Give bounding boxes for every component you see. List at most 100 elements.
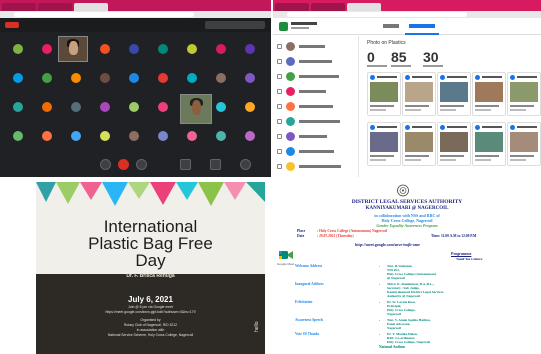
- student-checkbox[interactable]: [277, 89, 282, 94]
- submission-card[interactable]: [507, 72, 541, 116]
- participant-avatar[interactable]: [100, 102, 110, 112]
- student-checkbox[interactable]: [277, 149, 282, 154]
- participant-avatar[interactable]: [158, 44, 168, 54]
- participant-avatar[interactable]: [42, 73, 52, 83]
- participant-avatar[interactable]: [187, 73, 197, 83]
- participant-avatar[interactable]: [216, 44, 226, 54]
- browser-tab-active[interactable]: [347, 3, 381, 11]
- participant-avatar[interactable]: [187, 131, 197, 141]
- student-row[interactable]: [277, 115, 357, 129]
- submission-card[interactable]: [437, 122, 471, 166]
- participant-avatar[interactable]: [216, 131, 226, 141]
- student-checkbox[interactable]: [277, 74, 282, 79]
- participant-avatar[interactable]: [129, 44, 139, 54]
- submission-thumbnail[interactable]: [370, 132, 398, 152]
- browser-tab[interactable]: [2, 3, 36, 11]
- camera-icon[interactable]: [136, 159, 147, 170]
- participant-avatar[interactable]: [71, 131, 81, 141]
- notice-meet-link[interactable]: http://meet.google.com/mve-imjh-ome: [355, 242, 420, 247]
- participant-avatar[interactable]: [13, 73, 23, 83]
- student-checkbox[interactable]: [277, 164, 282, 169]
- participant-avatar[interactable]: [71, 73, 81, 83]
- participant-avatar[interactable]: [42, 44, 52, 54]
- browser-tab[interactable]: [311, 3, 345, 11]
- submission-thumbnail[interactable]: [475, 132, 503, 152]
- event-poster: International Plastic Bag Free Day Dr. F…: [36, 182, 265, 354]
- submission-thumbnail[interactable]: [510, 132, 538, 152]
- participant-avatar[interactable]: [13, 44, 23, 54]
- participant-avatar[interactable]: [100, 131, 110, 141]
- participant-avatar[interactable]: [245, 44, 255, 54]
- submission-thumbnail[interactable]: [440, 82, 468, 102]
- student-checkbox[interactable]: [277, 104, 282, 109]
- participant-avatar[interactable]: [129, 102, 139, 112]
- submission-card[interactable]: [507, 122, 541, 166]
- student-checkbox[interactable]: [277, 134, 282, 139]
- poster-org-1: Rotary Club of Nagercoil, RID 3212: [123, 323, 178, 327]
- participant-avatar[interactable]: [187, 44, 197, 54]
- classroom-logo-icon: [279, 22, 288, 31]
- student-row[interactable]: [277, 55, 357, 69]
- submission-thumbnail[interactable]: [510, 82, 538, 102]
- browser-tab[interactable]: [275, 3, 309, 11]
- student-row[interactable]: [277, 130, 357, 144]
- participant-avatar[interactable]: [158, 73, 168, 83]
- participant-avatar[interactable]: [42, 131, 52, 141]
- participant-avatar[interactable]: [129, 73, 139, 83]
- participant-chip[interactable]: [205, 21, 265, 29]
- participant-avatar[interactable]: [13, 131, 23, 141]
- submission-card[interactable]: [367, 122, 401, 166]
- hang-up-icon[interactable]: [118, 159, 129, 170]
- browser-tab[interactable]: [38, 3, 72, 11]
- participant-video-tile[interactable]: [180, 94, 212, 124]
- submission-card[interactable]: [402, 72, 436, 116]
- submission-thumbnail[interactable]: [370, 82, 398, 102]
- poster-title-line: Plastic Bag Free: [88, 234, 213, 253]
- submission-thumbnail[interactable]: [405, 132, 433, 152]
- submission-thumbnail[interactable]: [405, 82, 433, 102]
- submission-card[interactable]: [472, 122, 506, 166]
- participant-avatar[interactable]: [158, 131, 168, 141]
- poster-meet-link[interactable]: https://meet.google.com/kwm-pjpf-bdb?aut…: [36, 310, 265, 314]
- present-icon[interactable]: [210, 159, 221, 170]
- participant-avatar[interactable]: [100, 73, 110, 83]
- student-row[interactable]: [277, 70, 357, 84]
- student-row[interactable]: [277, 160, 357, 174]
- participant-avatar[interactable]: [245, 73, 255, 83]
- tab-student-work[interactable]: [409, 24, 435, 28]
- submission-card[interactable]: [402, 122, 436, 166]
- submission-thumbnail[interactable]: [475, 82, 503, 102]
- tab-instructions[interactable]: [383, 24, 399, 28]
- url-field[interactable]: [287, 12, 467, 17]
- participant-avatar[interactable]: [42, 102, 52, 112]
- student-checkbox[interactable]: [277, 44, 282, 49]
- more-options-icon[interactable]: [240, 159, 251, 170]
- student-row[interactable]: [277, 100, 357, 114]
- captions-icon[interactable]: [180, 159, 191, 170]
- browser-tab-active[interactable]: [74, 3, 108, 11]
- submission-status: [370, 109, 386, 111]
- participant-avatar[interactable]: [216, 102, 226, 112]
- programme-subtitle: Tamil Tea Culture: [456, 257, 483, 261]
- participant-video-tile[interactable]: [58, 36, 88, 62]
- participant-avatar[interactable]: [245, 131, 255, 141]
- student-row[interactable]: [277, 40, 357, 54]
- participant-avatar[interactable]: [13, 102, 23, 112]
- student-row[interactable]: [277, 145, 357, 159]
- student-row[interactable]: [277, 85, 357, 99]
- student-checkbox[interactable]: [277, 59, 282, 64]
- participant-avatar[interactable]: [245, 102, 255, 112]
- participant-avatar[interactable]: [100, 44, 110, 54]
- url-field[interactable]: [14, 12, 194, 17]
- submission-card[interactable]: [437, 72, 471, 116]
- mic-icon[interactable]: [100, 159, 111, 170]
- participant-avatar[interactable]: [216, 73, 226, 83]
- participant-avatar[interactable]: [129, 131, 139, 141]
- participant-avatar[interactable]: [71, 102, 81, 112]
- participant-avatar[interactable]: [158, 102, 168, 112]
- submission-thumbnail[interactable]: [440, 132, 468, 152]
- submission-card[interactable]: [472, 72, 506, 116]
- submission-card[interactable]: [367, 72, 401, 116]
- student-checkbox[interactable]: [277, 119, 282, 124]
- programme-section-name: Welcome Address: [295, 264, 323, 268]
